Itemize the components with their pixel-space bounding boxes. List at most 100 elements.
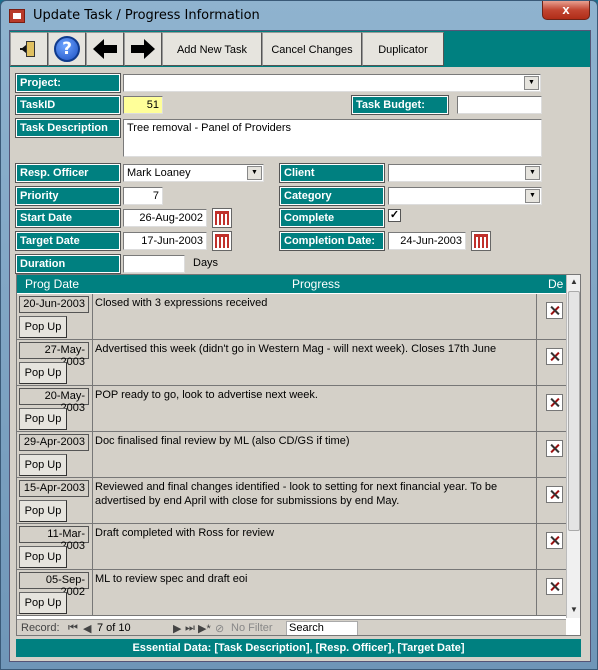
pop-up-button[interactable]: Pop Up bbox=[19, 500, 67, 522]
complete-checkbox[interactable]: ✓ bbox=[388, 209, 401, 222]
scroll-up-icon[interactable]: ▲ bbox=[567, 275, 580, 289]
add-new-task-button[interactable]: Add New Task bbox=[162, 32, 262, 66]
scroll-thumb[interactable] bbox=[568, 291, 580, 531]
progress-row: 11-Mar-2003 Pop Up Draft completed with Ro… bbox=[17, 524, 566, 570]
chevron-down-icon[interactable]: ▼ bbox=[524, 76, 539, 90]
delete-row-button[interactable] bbox=[546, 348, 563, 365]
chevron-down-icon[interactable]: ▼ bbox=[525, 166, 540, 180]
prog-date-field[interactable]: 29-Apr-2003 bbox=[19, 434, 89, 451]
taskid-label: TaskID bbox=[15, 95, 121, 115]
resp-officer-label: Resp. Officer bbox=[15, 163, 121, 183]
completion-date-calendar-button[interactable] bbox=[471, 231, 491, 251]
client-select[interactable]: ▼ bbox=[388, 164, 542, 182]
next-record-icon[interactable]: ▶ bbox=[173, 622, 181, 635]
next-record-button[interactable] bbox=[124, 32, 162, 66]
previous-record-button[interactable] bbox=[86, 32, 124, 66]
chevron-down-icon[interactable]: ▼ bbox=[247, 166, 262, 180]
delete-row-button[interactable] bbox=[546, 532, 563, 549]
last-record-icon[interactable]: ⏭ bbox=[185, 622, 195, 635]
taskid-field[interactable]: 51 bbox=[123, 96, 163, 114]
progress-row: 29-Apr-2003 Pop Up Doc finalised final rev… bbox=[17, 432, 566, 478]
progress-text[interactable]: Doc finalised final review by ML (also C… bbox=[92, 432, 537, 477]
search-input[interactable]: Search bbox=[286, 621, 358, 635]
duration-unit: Days bbox=[193, 257, 219, 269]
cancel-changes-button[interactable]: Cancel Changes bbox=[262, 32, 362, 66]
duplicator-button[interactable]: Duplicator bbox=[362, 32, 444, 66]
progress-row: 20-Jun-2003 Pop Up Closed with 3 expressio… bbox=[17, 294, 566, 340]
progress-text[interactable]: Closed with 3 expressions received bbox=[92, 294, 537, 339]
task-description-field[interactable]: Tree removal - Panel of Providers bbox=[123, 119, 542, 157]
target-date-label: Target Date bbox=[15, 231, 121, 251]
vertical-scrollbar[interactable]: ▲ ▼ bbox=[566, 275, 580, 618]
progress-text[interactable]: Draft completed with Ross for review bbox=[92, 524, 537, 569]
calendar-icon bbox=[215, 211, 229, 225]
task-budget-field[interactable] bbox=[457, 96, 542, 114]
target-date-calendar-button[interactable] bbox=[212, 231, 232, 251]
form-body: ? Add New Task Cancel Changes Duplicator… bbox=[9, 30, 591, 662]
progress-row: 15-Apr-2003 Pop Up Reviewed and final chan… bbox=[17, 478, 566, 524]
pop-up-button[interactable]: Pop Up bbox=[19, 408, 67, 430]
help-button[interactable]: ? bbox=[48, 32, 86, 66]
prog-date-field[interactable]: 20-Jun-2003 bbox=[19, 296, 89, 313]
essential-data-footer: Essential Data: [Task Description], [Res… bbox=[16, 639, 581, 657]
progress-subform: Prog Date Progress De 20-Jun-2003 Pop Up C… bbox=[16, 274, 581, 636]
delete-row-button[interactable] bbox=[546, 486, 563, 503]
record-position[interactable]: 7 of 10 bbox=[97, 622, 131, 634]
new-record-icon[interactable]: ▶* bbox=[198, 622, 211, 635]
complete-label: Complete bbox=[279, 208, 385, 228]
project-label: Project: bbox=[15, 73, 121, 93]
no-filter-label[interactable]: No Filter bbox=[231, 622, 273, 634]
prog-date-field[interactable]: 15-Apr-2003 bbox=[19, 480, 89, 497]
prog-date-field[interactable]: 11-Mar-2003 bbox=[19, 526, 89, 552]
prev-record-icon[interactable]: ◀ bbox=[83, 622, 91, 635]
record-label: Record: bbox=[21, 622, 60, 634]
start-date-label: Start Date bbox=[15, 208, 121, 228]
delete-row-button[interactable] bbox=[546, 440, 563, 457]
progress-header-label: Progress bbox=[292, 277, 341, 291]
delete-icon bbox=[549, 397, 560, 408]
pop-up-button[interactable]: Pop Up bbox=[19, 362, 67, 384]
door-exit-icon bbox=[11, 33, 47, 65]
progress-text[interactable]: POP ready to go, look to advertise next … bbox=[92, 386, 537, 431]
delete-row-button[interactable] bbox=[546, 578, 563, 595]
resp-officer-select[interactable]: Mark Loaney ▼ bbox=[123, 164, 264, 182]
prog-date-field[interactable]: 20-May-2003 bbox=[19, 388, 89, 414]
delete-icon bbox=[549, 489, 560, 500]
close-button[interactable]: x bbox=[542, 1, 590, 20]
progress-text[interactable]: Reviewed and final changes identified - … bbox=[92, 478, 537, 523]
scroll-down-icon[interactable]: ▼ bbox=[567, 603, 580, 617]
prog-date-field[interactable]: 05-Sep-2002 bbox=[19, 572, 89, 598]
progress-text[interactable]: ML to review spec and draft eoi bbox=[92, 570, 537, 615]
priority-field[interactable]: 7 bbox=[123, 187, 163, 205]
delete-header: De bbox=[548, 277, 564, 291]
start-date-calendar-button[interactable] bbox=[212, 208, 232, 228]
calendar-icon bbox=[215, 234, 229, 248]
progress-header: Prog Date Progress De bbox=[17, 275, 566, 293]
delete-row-button[interactable] bbox=[546, 302, 563, 319]
form-icon bbox=[9, 9, 25, 23]
pop-up-button[interactable]: Pop Up bbox=[19, 592, 67, 614]
project-select[interactable]: ▼ bbox=[123, 74, 541, 92]
duration-field[interactable] bbox=[123, 255, 185, 273]
toolbar: ? Add New Task Cancel Changes Duplicator bbox=[10, 31, 590, 67]
category-label: Category bbox=[279, 186, 385, 206]
pop-up-button[interactable]: Pop Up bbox=[19, 546, 67, 568]
first-record-icon[interactable]: ⏮ bbox=[68, 622, 78, 635]
target-date-field[interactable]: 17-Jun-2003 bbox=[123, 232, 207, 250]
pop-up-button[interactable]: Pop Up bbox=[19, 454, 67, 476]
progress-text[interactable]: Advertised this week (didn't go in Weste… bbox=[92, 340, 537, 385]
progress-row: 05-Sep-2002 Pop Up ML to review spec and d… bbox=[17, 570, 566, 616]
prog-date-field[interactable]: 27-May-2003 bbox=[19, 342, 89, 368]
completion-date-field[interactable]: 24-Jun-2003 bbox=[388, 232, 466, 250]
chevron-down-icon[interactable]: ▼ bbox=[525, 189, 540, 203]
category-select[interactable]: ▼ bbox=[388, 187, 542, 205]
delete-icon bbox=[549, 443, 560, 454]
title-bar[interactable]: Update Task / Progress Information x bbox=[1, 1, 597, 31]
start-date-field[interactable]: 26-Aug-2002 bbox=[123, 209, 207, 227]
delete-row-button[interactable] bbox=[546, 394, 563, 411]
pop-up-button[interactable]: Pop Up bbox=[19, 316, 67, 338]
record-navigator: Record: ⏮ ◀ 7 of 10 ▶ ⏭ ▶* ⊘ No Filter S… bbox=[17, 619, 566, 635]
exit-button[interactable] bbox=[10, 32, 48, 66]
calendar-icon bbox=[474, 234, 488, 248]
task-budget-label: Task Budget: bbox=[351, 95, 449, 115]
